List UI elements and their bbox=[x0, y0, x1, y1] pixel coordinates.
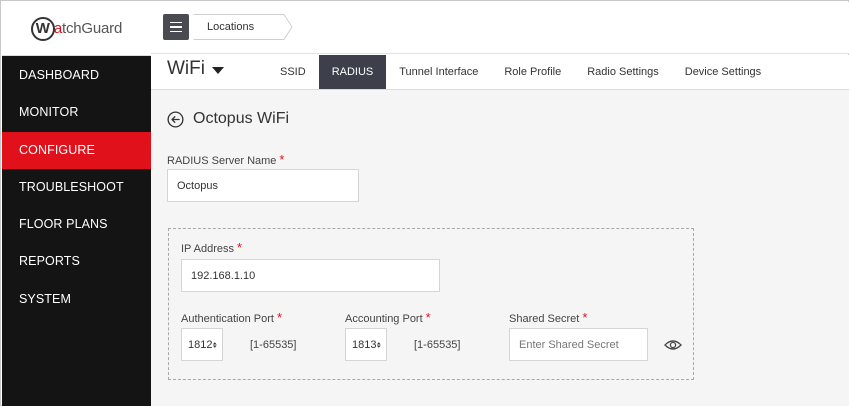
sidebar-nav: DASHBOARD MONITOR CONFIGURE TROUBLESHOOT… bbox=[2, 57, 151, 318]
ip-address-input[interactable] bbox=[181, 259, 440, 292]
tab-role-profile[interactable]: Role Profile bbox=[491, 55, 574, 89]
sidebar-item-system[interactable]: SYSTEM bbox=[2, 281, 151, 318]
app-window: W atchGuard DASHBOARD MONITOR CONFIGURE … bbox=[0, 0, 849, 406]
sidebar-item-configure[interactable]: CONFIGURE bbox=[2, 131, 151, 169]
sidebar-item-monitor[interactable]: MONITOR bbox=[2, 94, 151, 131]
radius-server-name-label: RADIUS Server Name * bbox=[167, 152, 284, 167]
hamburger-icon[interactable] bbox=[163, 14, 189, 40]
logo-badge: W bbox=[30, 16, 55, 41]
shared-secret-label: Shared Secret * bbox=[509, 310, 587, 325]
sidebar-item-dashboard[interactable]: DASHBOARD bbox=[2, 57, 151, 94]
section-title: WiFi bbox=[167, 58, 205, 79]
top-bar: Locations bbox=[151, 2, 849, 54]
ip-address-label-text: IP Address bbox=[181, 243, 234, 255]
required-mark: * bbox=[425, 310, 431, 325]
accounting-port-range: [1-65535] bbox=[414, 339, 461, 351]
main-content: Octopus WiFi RADIUS Server Name* IP Addr… bbox=[151, 90, 849, 406]
authentication-port-label-text: Authentication Port bbox=[181, 313, 274, 325]
required-mark: * bbox=[276, 310, 283, 325]
accounting-port-value: 1813 bbox=[352, 338, 377, 351]
radius-server-name-label-text: RADIUS Server Name bbox=[167, 155, 277, 167]
wifi-section-dropdown[interactable]: WiFi bbox=[167, 58, 224, 80]
sidebar-item-troubleshoot[interactable]: TROUBLESHOOT bbox=[2, 169, 151, 206]
tab-bar: WiFi SSID RADIUS Tunnel Interface Role P… bbox=[151, 55, 849, 90]
radius-server-name-input[interactable] bbox=[167, 169, 359, 202]
spin-arrows-icon[interactable] bbox=[376, 337, 382, 353]
page-title: Octopus WiFi bbox=[193, 110, 290, 127]
ip-address-label: IP Address * bbox=[181, 240, 242, 255]
logo-text: tchGuard bbox=[62, 20, 123, 37]
page-header: Octopus WiFi bbox=[167, 110, 289, 128]
logo-initial: W bbox=[35, 20, 50, 37]
tab-ssid[interactable]: SSID bbox=[267, 55, 319, 89]
eye-icon[interactable] bbox=[664, 339, 682, 351]
sidebar: W atchGuard DASHBOARD MONITOR CONFIGURE … bbox=[2, 2, 151, 406]
shared-secret-input[interactable] bbox=[509, 328, 648, 361]
accounting-port-label: Accounting Port * bbox=[345, 310, 431, 325]
tab-tunnel-interface[interactable]: Tunnel Interface bbox=[386, 55, 491, 89]
authentication-port-value: 1812 bbox=[188, 338, 213, 351]
logo-area[interactable]: W atchGuard bbox=[2, 2, 151, 56]
authentication-port-label: Authentication Port * bbox=[181, 310, 282, 325]
logo-accent: a bbox=[53, 20, 63, 37]
authentication-port-range: [1-65535] bbox=[250, 339, 297, 351]
shared-secret-label-text: Shared Secret bbox=[509, 313, 580, 325]
spin-arrows-icon[interactable] bbox=[212, 337, 218, 353]
tab-radius[interactable]: RADIUS bbox=[318, 55, 387, 89]
watchguard-logo: W atchGuard bbox=[30, 16, 122, 41]
sidebar-item-floor-plans[interactable]: FLOOR PLANS bbox=[2, 206, 151, 243]
required-mark: * bbox=[582, 310, 588, 325]
sidebar-item-reports[interactable]: REPORTS bbox=[2, 243, 151, 280]
authentication-port-stepper[interactable]: 1812 bbox=[181, 328, 223, 361]
caret-down-icon bbox=[211, 67, 224, 74]
required-mark: * bbox=[279, 152, 285, 167]
tabs: SSID RADIUS Tunnel Interface Role Profil… bbox=[267, 55, 774, 89]
back-arrow-circle-icon[interactable] bbox=[167, 110, 184, 128]
accounting-port-label-text: Accounting Port bbox=[345, 313, 423, 325]
accounting-port-stepper[interactable]: 1813 bbox=[345, 328, 387, 361]
tab-radio-settings[interactable]: Radio Settings bbox=[574, 55, 672, 89]
tab-device-settings[interactable]: Device Settings bbox=[672, 55, 774, 89]
server-settings-group: IP Address* Authentication Port* 1812 [1… bbox=[168, 228, 694, 380]
logo-wordmark: atchGuard bbox=[54, 20, 122, 37]
breadcrumb-locations[interactable]: Locations bbox=[205, 14, 254, 40]
required-mark: * bbox=[237, 240, 243, 255]
